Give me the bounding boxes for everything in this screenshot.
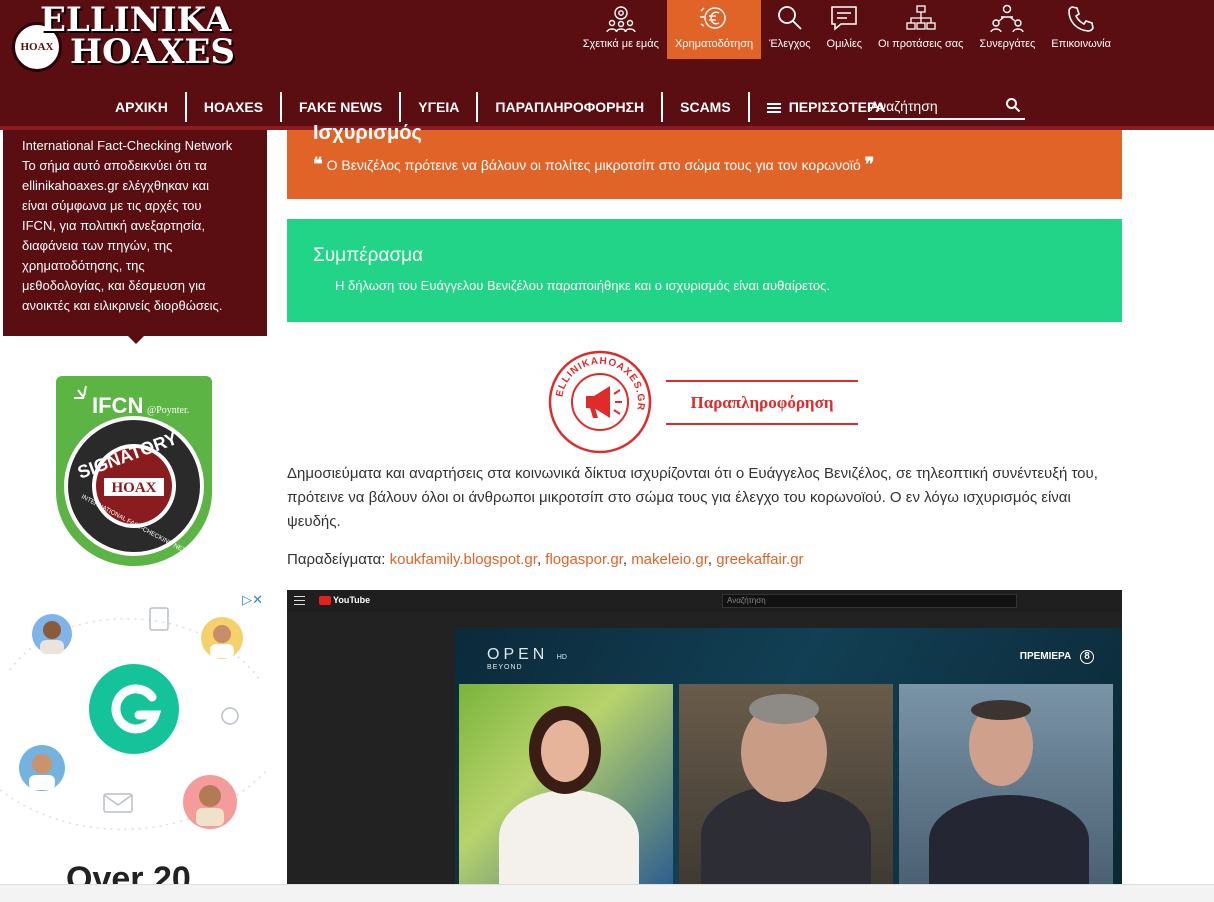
conclusion-box: Συμπέρασμα Η δήλωση του Ευάγγελου Βενιζέ… (287, 219, 1122, 322)
topnav-check[interactable]: Έλεγχος (761, 0, 818, 59)
ifcn-line: IFCN, για πολιτική ανεξαρτησία, (22, 218, 206, 233)
ifcn-line: Το σήμα αυτό αποδεικνύει ότι τα (22, 158, 207, 173)
search-icon[interactable] (1005, 97, 1021, 113)
youtube-play-icon (319, 596, 331, 606)
badge-ifcn-text: IFCN (92, 393, 143, 418)
ifcn-line: ανοικτές και ειλικρινείς διορθώσεις. (22, 298, 223, 313)
network-icon (906, 5, 936, 30)
ifcn-info-box: International Fact-Checking Network Το σ… (3, 130, 267, 344)
conclusion-title: Συμπέρασμα (313, 245, 424, 266)
ifcn-signatory-badge[interactable]: IFCN @Poynter. SIGNATORY HOAX INTERNATIO… (56, 376, 212, 566)
misinformation-stamp-icon: ELLINIKAHOAXES.GR (548, 350, 652, 454)
close-quote-icon: ❞ (864, 154, 875, 175)
claim-text: Ο Βενιζέλος πρότεινε να βάλουν οι πολίτε… (326, 157, 861, 173)
topnav-suggestions[interactable]: Οι προτάσεις σας (870, 0, 971, 59)
badge-hoax-text: HOAX (112, 480, 157, 496)
premiere-badge: ΠΡΕΜΙΕΡΑ 8 (1020, 650, 1094, 664)
claim-box: Ισχυρισμός ❝ Ο Βενιζέλος πρότεινε να βάλ… (287, 122, 1122, 199)
team-gear-icon (606, 6, 636, 33)
ifcn-line: μεθοδολογίας, και δέσμευση για (22, 278, 206, 293)
magnifier-icon (777, 6, 802, 30)
claim-text-row: ❝ Ο Βενιζέλος πρότεινε να βάλουν οι πολί… (313, 154, 874, 175)
topnav-funding[interactable]: Χρηματοδότηση (666, 0, 762, 59)
video-panel-host (899, 684, 1113, 885)
conclusion-text: Η δήλωση του Ευάγγελου Βενιζέλου παραποι… (335, 278, 831, 293)
example-link[interactable]: greekaffair.gr (716, 551, 803, 568)
example-link[interactable]: flogaspor.gr (545, 551, 623, 568)
tooltip-arrow (128, 336, 144, 344)
logo-text: ELLINIKA HOAXES (40, 3, 235, 72)
adchoices-icon[interactable]: ▷✕ (242, 592, 263, 608)
topnav-partners[interactable]: Συνεργάτες (971, 0, 1043, 59)
youtube-logo: YouTube (319, 595, 370, 606)
ad-banner[interactable]: ▷✕ Over 20 (0, 590, 267, 885)
video-panel-presenter (459, 684, 673, 885)
video-screenshot[interactable]: YouTube Αναζήτηση OPEN HD BEYOND ΠΡΕΜΙΕΡ… (287, 590, 1122, 885)
site-logo[interactable]: HOAX ELLINIKA HOAXES (10, 3, 235, 72)
horizontal-scrollbar[interactable] (0, 884, 1214, 902)
youtube-bar: YouTube Αναζήτηση (287, 590, 1122, 612)
site-search (868, 94, 1025, 120)
example-link[interactable]: koukfamily.blogspot.gr (390, 551, 537, 568)
funding-euro-icon (700, 7, 726, 29)
ifcn-line: χρηματοδότησης, της (22, 258, 145, 273)
ad-illustration (0, 607, 267, 831)
nav-misinformation[interactable]: ΠΑΡΑΠΛΗΡΟΦΟΡΗΣΗ (478, 92, 664, 122)
topnav-contact[interactable]: Επικοινωνία (1043, 0, 1119, 59)
ifcn-line: ellinikahoaxes.gr ελέγχθηκαν και (22, 178, 210, 193)
video-panel-guest (679, 684, 893, 885)
claim-title: Ισχυρισμός (313, 122, 422, 144)
yt-search-field: Αναζήτηση (722, 594, 1017, 608)
tv-broadcast: OPEN HD BEYOND ΠΡΕΜΙΕΡΑ 8 (455, 628, 1122, 885)
example-link[interactable]: makeleio.gr (631, 551, 708, 568)
rating-icon: 8 (1080, 650, 1094, 664)
verdict-label: Παραπληροφόρηση (666, 380, 858, 425)
nav-fake-news[interactable]: FAKE NEWS (282, 92, 402, 122)
logo-line2: HOAXES (70, 32, 235, 72)
examples-label: Παραδείγματα: (287, 551, 386, 568)
topnav-about[interactable]: Σχετικά με εμάς (575, 0, 667, 59)
badge-poynter-text: @Poynter. (147, 405, 189, 416)
site-header: HOAX ELLINIKA HOAXES Σχετικά με εμάς Χρη… (0, 0, 1214, 130)
article-body: Δημοσιεύματα και αναρτήσεις στα κοινωνικ… (287, 465, 1098, 530)
speech-bubble-icon (831, 6, 858, 31)
hamburger-icon (766, 101, 781, 115)
open-quote-icon: ❝ (313, 154, 323, 175)
channel-logo: OPEN HD BEYOND (487, 646, 567, 671)
ad-headline: Over 20 (66, 860, 191, 885)
examples-row: Παραδείγματα: koukfamily.blogspot.gr, fl… (287, 551, 804, 568)
nav-home[interactable]: ΑΡΧΙΚΗ (98, 92, 187, 122)
partners-icon (990, 4, 1025, 33)
top-nav: Σχετικά με εμάς Χρηματοδότηση Έλεγχος Ομ… (575, 0, 1119, 59)
nav-scams[interactable]: SCAMS (663, 92, 750, 122)
main-nav: ΑΡΧΙΚΗ HOAXES FAKE NEWS ΥΓΕΙΑ ΠΑΡΑΠΛΗΡΟΦ… (98, 92, 902, 122)
nav-health[interactable]: ΥΓΕΙΑ (401, 92, 479, 122)
phone-icon (1068, 6, 1094, 32)
ifcn-line: διαφάνεια των πηγών, της (22, 238, 173, 253)
ifcn-line: International Fact-Checking Network (22, 138, 233, 153)
ifcn-line: είναι σύμφωνα με τις αρχές του (22, 198, 202, 213)
yt-menu-icon (294, 596, 305, 608)
topnav-talks[interactable]: Ομιλίες (819, 0, 871, 59)
nav-hoaxes[interactable]: HOAXES (187, 92, 283, 122)
search-input[interactable] (868, 94, 998, 118)
